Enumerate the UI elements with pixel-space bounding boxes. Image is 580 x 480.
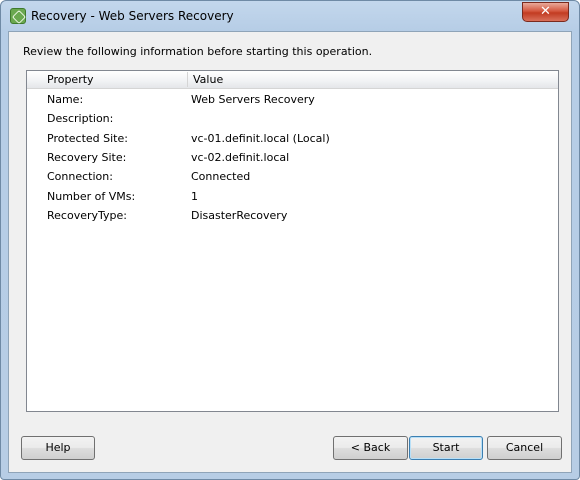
back-button[interactable]: < Back: [333, 436, 408, 460]
property-cell: Description:: [47, 112, 114, 125]
close-icon: ✕: [540, 4, 551, 19]
value-cell: 1: [191, 190, 198, 203]
table-row: Description:: [27, 109, 558, 128]
property-cell: Name:: [47, 93, 84, 106]
property-grid: Property Value Name: Web Servers Recover…: [26, 70, 559, 412]
start-button[interactable]: Start: [409, 436, 483, 460]
column-header-value[interactable]: Value: [193, 71, 223, 88]
dialog-content: Review the following information before …: [8, 31, 572, 473]
srm-app-icon: [10, 8, 26, 24]
column-header-property[interactable]: Property: [47, 71, 94, 88]
value-cell: vc-02.definit.local: [191, 151, 290, 164]
property-cell: Protected Site:: [47, 132, 128, 145]
property-cell: Connection:: [47, 170, 113, 183]
window-title: Recovery - Web Servers Recovery: [31, 9, 234, 23]
property-cell: Recovery Site:: [47, 151, 127, 164]
intro-text: Review the following information before …: [23, 45, 373, 58]
column-divider[interactable]: [187, 72, 188, 87]
recovery-dialog: Recovery - Web Servers Recovery ✕ Review…: [0, 0, 580, 480]
table-row: Protected Site: vc-01.definit.local (Loc…: [27, 129, 558, 148]
value-cell: Connected: [191, 170, 251, 183]
table-row: Number of VMs: 1: [27, 187, 558, 206]
value-cell: DisasterRecovery: [191, 209, 288, 222]
value-cell: Web Servers Recovery: [191, 93, 315, 106]
grid-header: Property Value: [27, 71, 558, 89]
value-cell: vc-01.definit.local (Local): [191, 132, 330, 145]
property-cell: RecoveryType:: [47, 209, 127, 222]
title-bar[interactable]: Recovery - Web Servers Recovery ✕: [1, 1, 579, 33]
close-button[interactable]: ✕: [522, 2, 569, 22]
property-cell: Number of VMs:: [47, 190, 136, 203]
help-button[interactable]: Help: [21, 436, 95, 460]
table-row: Connection: Connected: [27, 167, 558, 186]
table-row: Recovery Site: vc-02.definit.local: [27, 148, 558, 167]
table-row: Name: Web Servers Recovery: [27, 90, 558, 109]
table-row: RecoveryType: DisasterRecovery: [27, 206, 558, 225]
cancel-button[interactable]: Cancel: [487, 436, 562, 460]
